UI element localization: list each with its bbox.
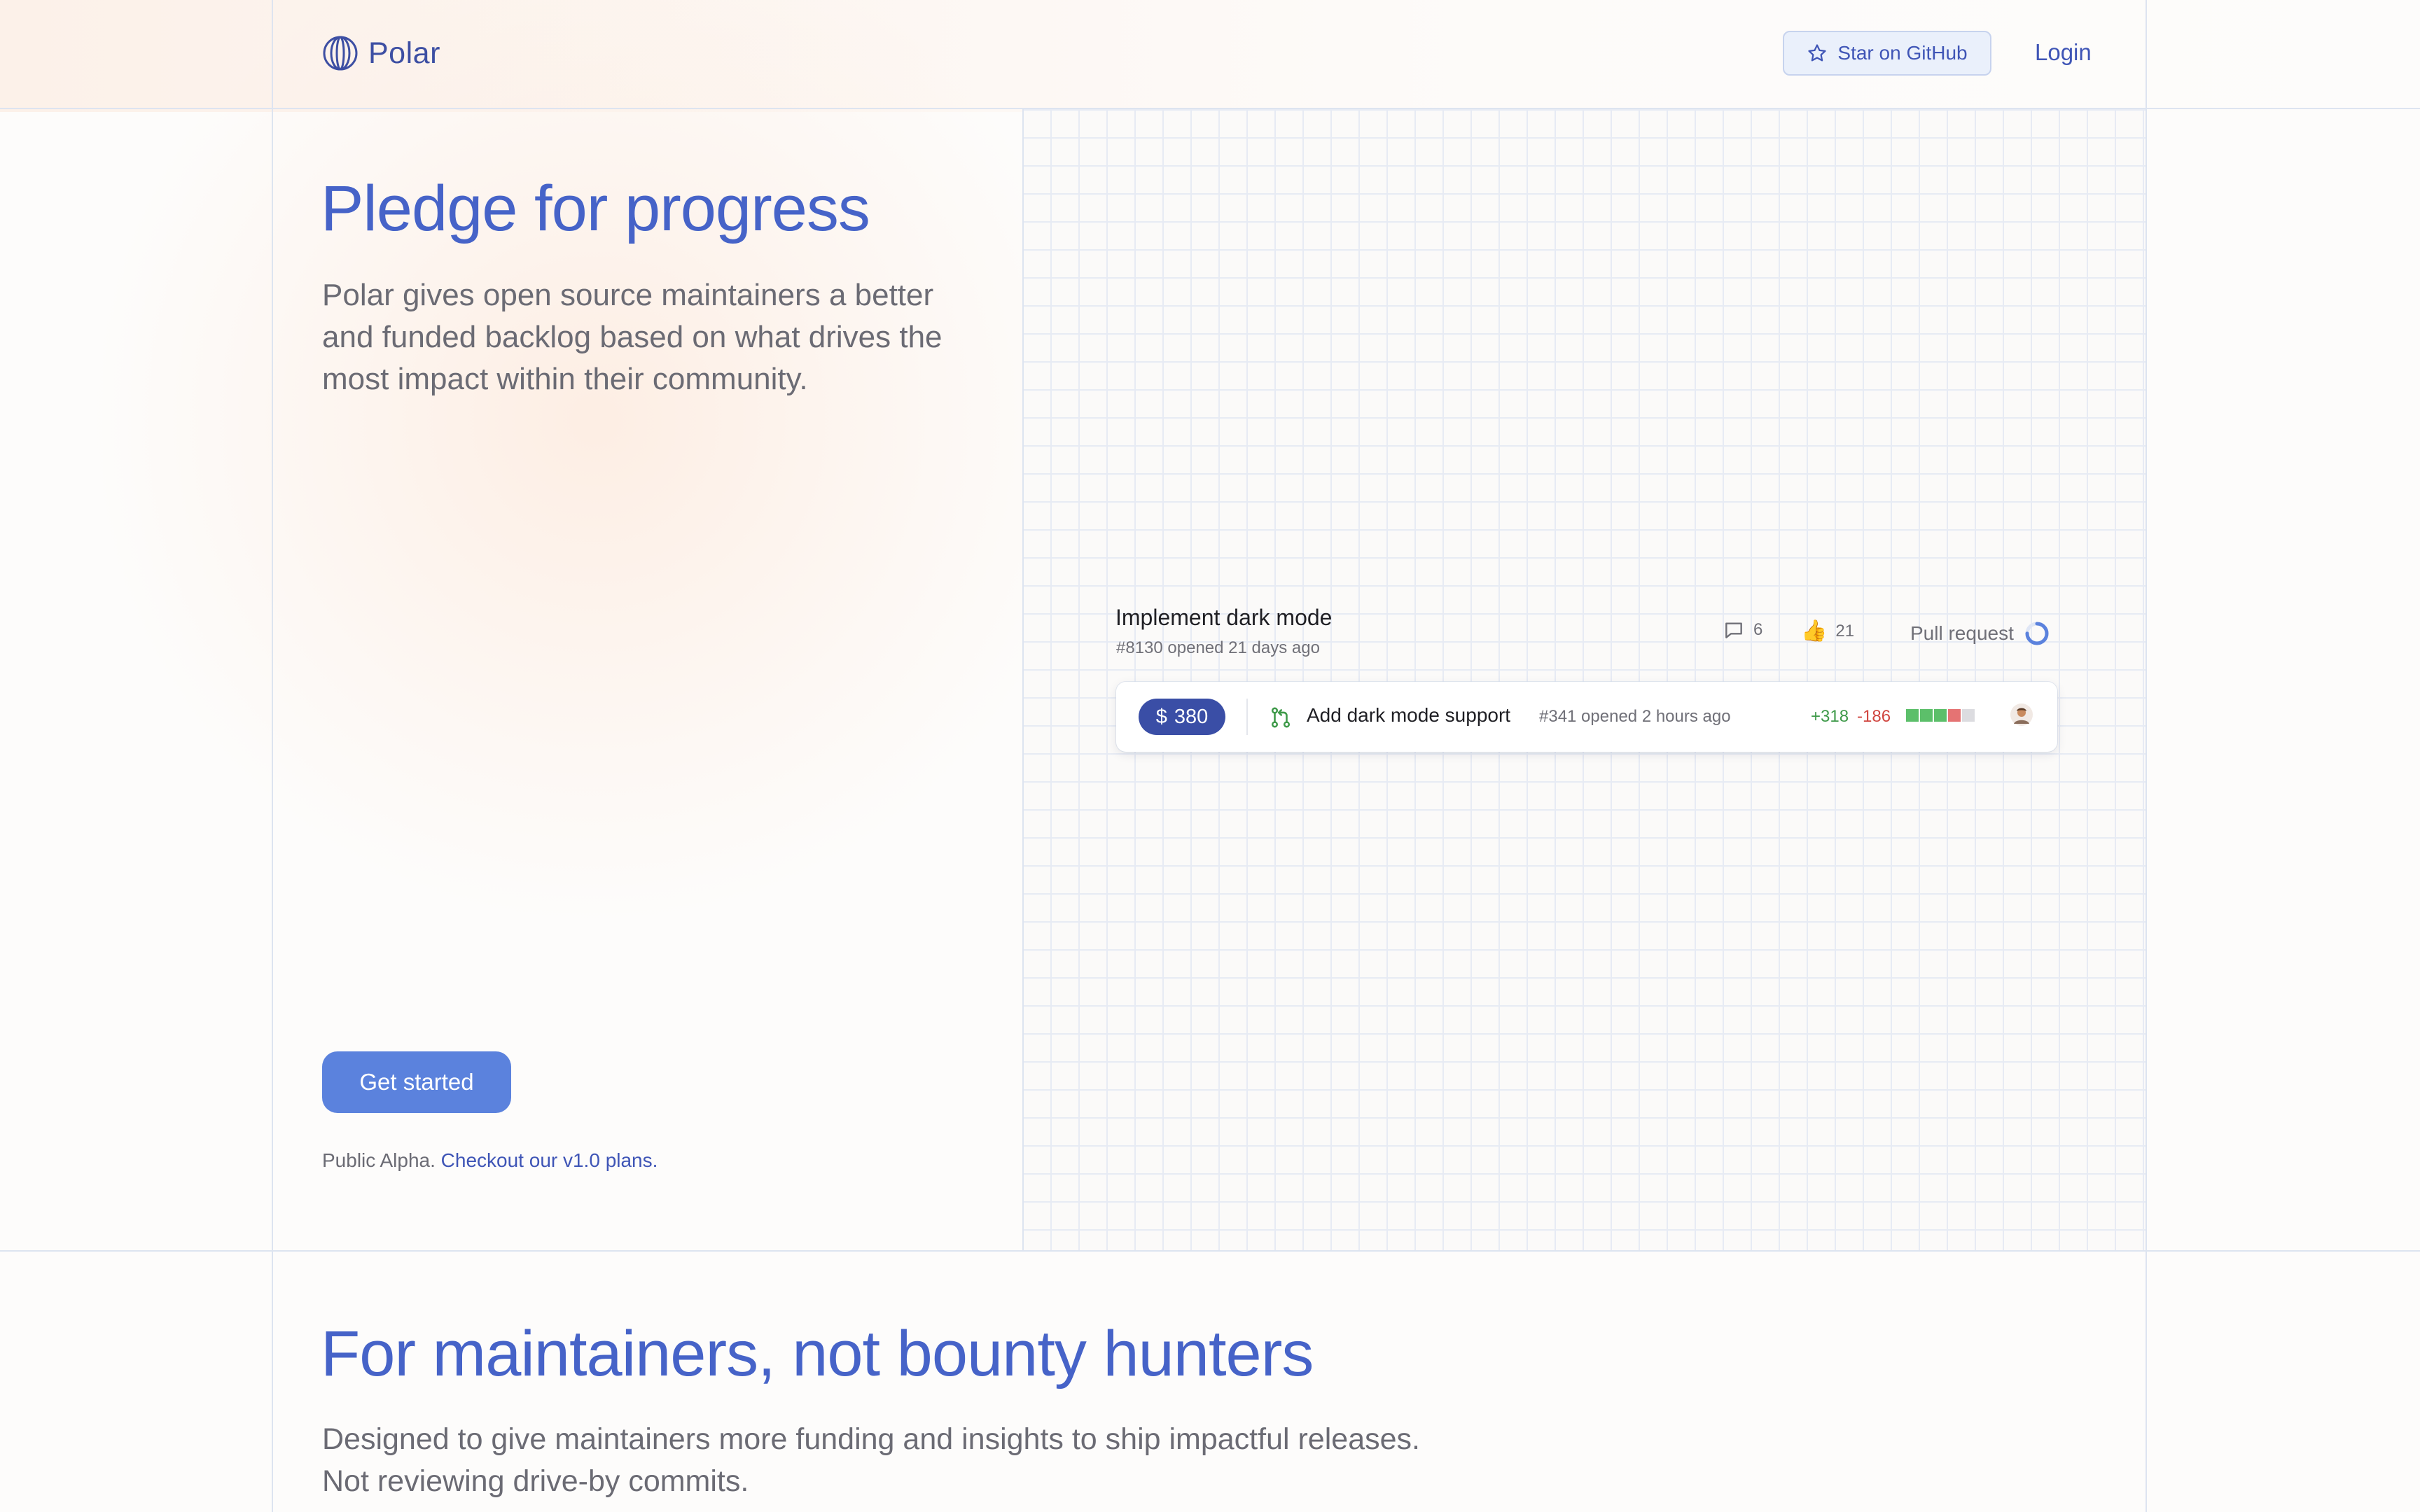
pull-request-status-label: Pull request — [1910, 622, 2014, 644]
reaction-count: 👍 21 — [1801, 619, 1854, 643]
star-icon — [1808, 44, 1827, 62]
alpha-text: Public Alpha. — [322, 1149, 436, 1171]
star-button-label: Star on GitHub — [1837, 42, 1968, 64]
section-divider — [0, 1250, 2420, 1252]
pledge-currency: $ — [1155, 705, 1167, 728]
brand-logo[interactable]: Polar — [322, 35, 440, 71]
deletions-count: -186 — [1857, 707, 1891, 726]
star-on-github-button[interactable]: Star on GitHub — [1783, 31, 1991, 76]
alpha-notice: Public Alpha. Checkout our v1.0 plans. — [322, 1149, 658, 1172]
polar-logo-icon — [323, 36, 358, 71]
pull-request-title[interactable]: Add dark mode support — [1307, 704, 1510, 727]
brand-name: Polar — [368, 36, 440, 70]
pull-request-meta: #341 opened 2 hours ago — [1539, 707, 1731, 726]
diff-block — [1934, 709, 1947, 722]
reaction-count-value: 21 — [1835, 621, 1855, 640]
get-started-button[interactable]: Get started — [322, 1051, 511, 1113]
frame-line-left — [272, 0, 273, 1512]
comment-count-value: 6 — [1753, 620, 1763, 639]
progress-ring-icon — [2025, 622, 2049, 645]
diff-block — [1906, 709, 1919, 722]
login-link[interactable]: Login — [2035, 39, 2092, 66]
pledge-amount-badge: $ 380 — [1139, 699, 1225, 735]
additions-count: +318 — [1811, 707, 1849, 726]
pull-request-card[interactable]: $ 380 Add dark mode support #341 opened … — [1116, 682, 2057, 752]
section-subtitle-line1: Designed to give maintainers more fundin… — [322, 1422, 1420, 1456]
diff-block — [1948, 709, 1961, 722]
hero-title: Pledge for progress — [321, 173, 870, 244]
grid-panel — [1022, 109, 2147, 1252]
comment-count: 6 — [1723, 619, 1762, 641]
thumbs-up-icon: 👍 — [1801, 620, 1828, 643]
section-subtitle-line2: Not reviewing drive-by commits. — [322, 1464, 749, 1498]
diff-block — [1962, 709, 1975, 722]
diff-stat-bar — [1906, 709, 1975, 722]
card-divider — [1246, 699, 1248, 735]
comment-icon — [1725, 622, 1742, 638]
v1-plans-link[interactable]: Checkout our v1.0 plans. — [441, 1149, 658, 1171]
section-title: For maintainers, not bounty hunters — [321, 1318, 1314, 1390]
pledge-amount: 380 — [1174, 705, 1209, 728]
pull-request-status: Pull request — [1910, 620, 2050, 647]
author-avatar[interactable] — [2010, 703, 2033, 727]
issue-meta: #8130 opened 21 days ago — [1116, 638, 1320, 657]
header-divider — [0, 108, 2420, 109]
diff-block — [1920, 709, 1933, 722]
hero-subtitle: Polar gives open source maintainers a be… — [322, 278, 943, 396]
frame-line-right — [2146, 0, 2147, 1512]
frame-line-middle — [1022, 109, 1024, 1252]
issue-title[interactable]: Implement dark mode — [1115, 605, 1332, 631]
section-subtitle: Designed to give maintainers more fundin… — [322, 1418, 1420, 1502]
git-pull-request-icon — [1271, 707, 1291, 728]
